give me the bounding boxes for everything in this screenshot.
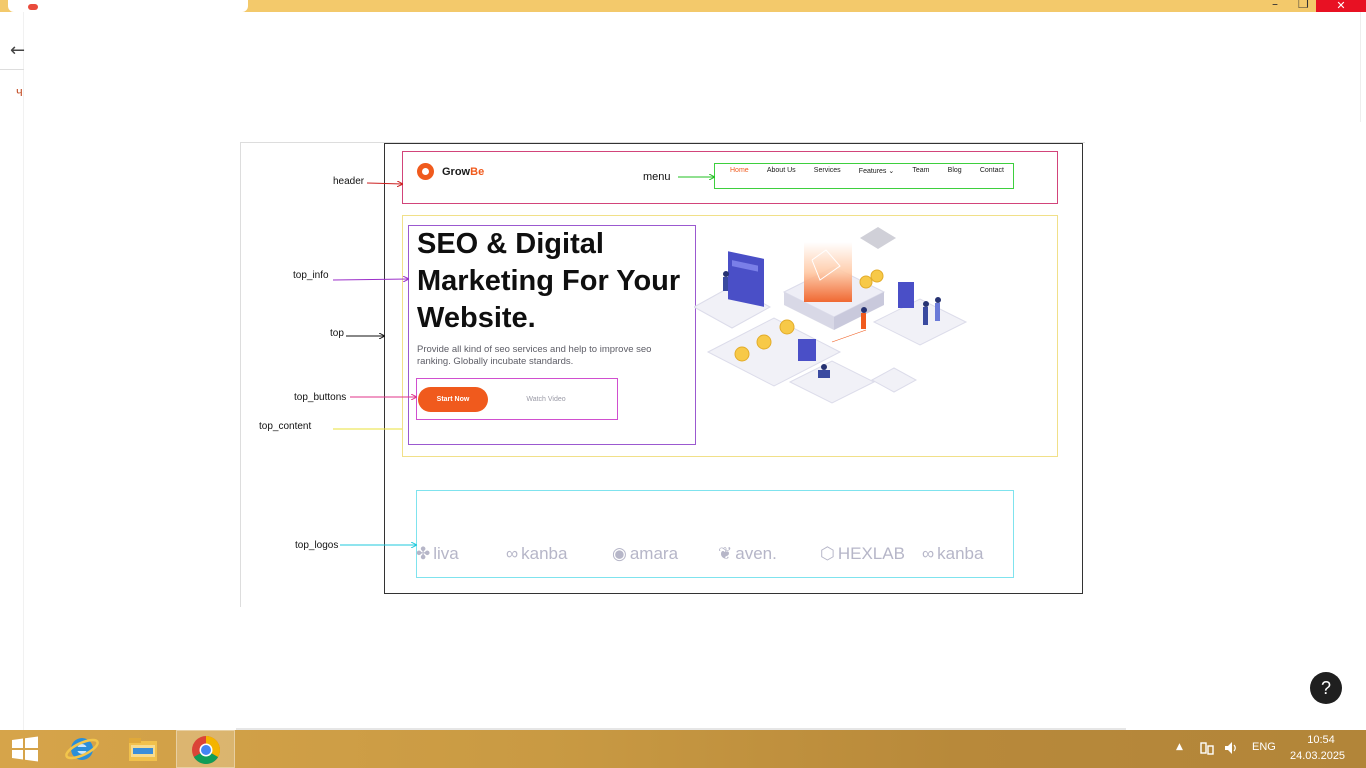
brand-name: HEXLAB [837,544,905,563]
menu-item-about[interactable]: About Us [767,167,796,175]
logo-text-accent: Be [470,165,485,178]
amara-icon: ◉ [612,544,627,563]
minimize-icon[interactable]: – [1272,0,1278,11]
browser-tab[interactable] [8,0,248,12]
hero-title: SEO & Digital Marketing For Your Website… [417,228,681,334]
start-now-button[interactable]: Start Now [418,387,488,412]
kanba-icon: ∞ [506,544,519,563]
annotation-menu: menu [643,171,671,183]
volume-icon[interactable] [1223,740,1239,756]
brand-name: aven. [735,544,777,563]
logo-hexlab: ⬡ HEXLAB [820,539,905,569]
left-edge-text: ч [16,84,23,99]
kanba-icon: ∞ [922,544,935,563]
logo-aven: ❦ aven. [718,539,777,569]
tab-favicon-icon [28,4,38,10]
annotation-top-info: top_info [293,270,329,281]
logo-kanba: ∞ kanba [506,539,567,569]
rocket-icon [417,163,434,180]
menu-item-home[interactable]: Home [730,167,749,175]
hexlab-icon: ⬡ [820,544,835,563]
brand-name: kanba [937,544,984,563]
file-explorer-icon[interactable] [125,733,161,765]
brand-name: liva [433,544,459,563]
aven-icon: ❦ [718,544,733,563]
annotation-top: top [330,328,344,339]
chrome-taskbar-button[interactable] [176,730,235,768]
browser-right-frame [1360,12,1366,122]
network-icon[interactable] [1199,740,1215,756]
logo-text: GrowBe [442,166,484,178]
main-menu: Home About Us Services Features ⌄ Team B… [730,167,1004,175]
isometric-seo-illustration [694,227,968,404]
tray-expand-icon[interactable]: ▲ [1176,742,1183,752]
restore-icon[interactable]: ❐ [1298,0,1309,11]
brand-name: kanba [521,544,568,563]
annotation-header: header [333,176,365,187]
close-window-button[interactable]: ✕ [1316,0,1366,12]
menu-item-blog[interactable]: Blog [948,167,962,175]
menu-item-team[interactable]: Team [912,167,929,175]
browser-left-frame [0,12,24,732]
clock-date[interactable]: 24.03.2025 [1290,750,1345,762]
menu-item-features[interactable]: Features ⌄ [859,167,894,175]
annotation-top-content: top_content [259,421,312,432]
logo-amara: ◉ amara [612,539,678,569]
logo-text-main: Grow [442,165,471,178]
menu-item-services[interactable]: Services [814,167,841,175]
liva-icon: ✤ [416,544,431,563]
back-arrow-icon[interactable]: ← [10,40,25,61]
hero-subtitle: Provide all kind of seo services and hel… [417,344,652,367]
chrome-icon [192,736,220,764]
growbe-logo[interactable]: GrowBe [417,163,484,180]
divider [0,69,24,70]
internet-explorer-icon[interactable] [63,733,101,765]
logo-liva: ✤ liva [416,539,459,569]
annotation-top-logos: top_logos [295,540,339,551]
partner-logos: ✤ liva ∞ kanba ◉ amara ❦ aven. ⬡ HEXLAB ∞ kanb… [416,539,1014,569]
menu-item-contact[interactable]: Contact [980,167,1004,175]
watch-video-button[interactable]: Watch Video [505,387,587,412]
language-indicator[interactable]: ENG [1252,741,1276,753]
brand-name: amara [629,544,679,563]
help-button[interactable]: ? [1310,672,1342,704]
windows-start-icon[interactable] [10,736,40,762]
logo-kanba-2: ∞ kanba [922,539,983,569]
clock-time[interactable]: 10:54 [1306,734,1336,746]
annotation-top-buttons: top_buttons [294,392,347,403]
